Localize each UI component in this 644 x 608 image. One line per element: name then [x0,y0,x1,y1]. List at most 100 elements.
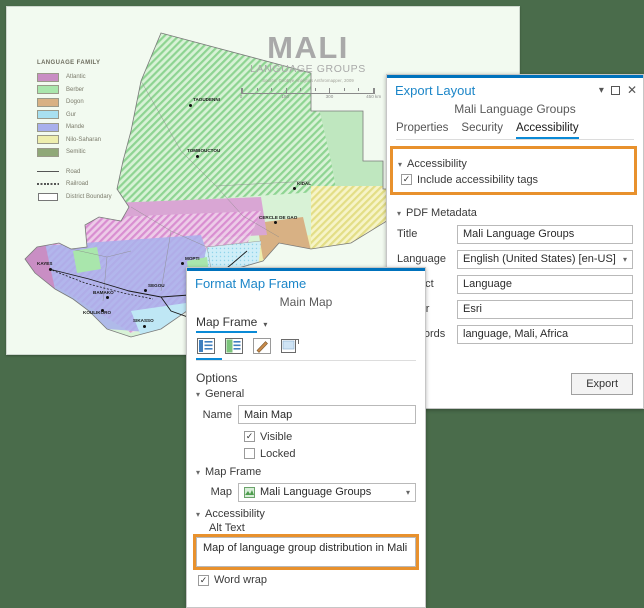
map-frame-selector-label[interactable]: Map Frame [196,315,258,333]
tab-security[interactable]: Security [461,122,503,139]
accessibility-section-label: Accessibility [205,507,265,520]
language-dropdown[interactable]: English (United States) [en-US] ▾ [457,249,633,269]
city-label: MOPTI [185,256,200,261]
general-section-header[interactable]: ▾ General [196,388,416,400]
language-field-label: Language [397,253,446,265]
symbology-brush-icon[interactable] [252,337,272,355]
checkbox-label: Visible [260,430,293,443]
accessibility-section-header[interactable]: ▾ Accessibility [196,508,416,520]
checkbox-box[interactable] [244,448,255,459]
word-wrap-checkbox[interactable]: ✓ Word wrap [198,574,267,586]
chevron-down-icon[interactable]: ▾ [196,390,205,399]
close-icon[interactable]: ✕ [627,83,637,97]
checkbox-label: Locked [260,447,296,460]
format-icon-tabs[interactable] [187,333,425,355]
subject-field[interactable]: Language [457,274,633,294]
format-map-frame-pane[interactable]: Format Map Frame Main Map Map Frame ▾ Op… [186,267,426,608]
tab-properties[interactable]: Properties [396,122,448,139]
window-controls[interactable]: ▾ ✕ [599,83,637,97]
legend-swatch [37,135,59,145]
name-field-label: Name [202,408,232,421]
legend-item: Berber [37,84,137,97]
map-scalebar: 0 150 300 450 km [240,88,381,102]
metadata-row-language: Language English (United States) [en-US]… [397,249,633,269]
author-field[interactable]: Esri [457,299,633,319]
metadata-row-author: Author Esri [397,299,633,319]
city-label: KIDAL [297,181,312,186]
map-dropdown[interactable]: Mali Language Groups ▾ [238,482,416,502]
solid-line-icon [37,171,59,173]
export-button[interactable]: Export [571,373,633,395]
city-label: CERCLE DE GAO [259,215,298,220]
legend-title: LANGUAGE FAMILY [37,60,101,66]
checkbox-box[interactable]: ✓ [244,431,255,442]
map-row: Map Mali Language Groups ▾ [196,482,416,502]
legend-label: Gur [66,111,77,118]
chevron-down-icon[interactable]: ▾ [599,85,604,96]
title-field[interactable]: Mali Language Groups [457,224,633,244]
legend-item: Atlantic [37,71,137,84]
checkbox-box[interactable]: ✓ [401,174,412,185]
chevron-down-icon[interactable]: ▾ [398,160,407,169]
map-frame-options-icon[interactable] [224,337,244,355]
checkbox-label: Word wrap [214,574,267,586]
city-dot [274,221,277,224]
include-accessibility-tags-checkbox[interactable]: ✓ Include accessibility tags [401,174,538,186]
legend-swatch [37,122,59,132]
legend-label: Railroad [66,181,89,188]
map-title-block: MALI LANGUAGE GROUPS Source: GeoEye Anal… [240,30,381,102]
legend-item: Road [37,166,137,179]
chevron-down-icon[interactable]: ▾ [263,320,267,329]
display-options-icon[interactable] [196,337,216,355]
pdf-metadata-section-label: PDF Metadata [406,206,477,219]
legend-item: Dogon [37,96,137,109]
city-dot [181,262,184,265]
visible-checkbox[interactable]: ✓ Visible [244,431,292,443]
scalebar-labels: 0 150 300 450 km [240,94,381,102]
legend-label: District Boundary [66,193,112,200]
export-pane-tabs[interactable]: Properties Security Accessibility [387,122,643,139]
city-dot [189,104,192,107]
alt-text-label: Alt Text [209,521,245,534]
city-label: KAYES [37,261,53,266]
scalebar-tick-label: 450 km [366,94,382,100]
keywords-field[interactable]: language, Mali, Africa [457,324,633,344]
pdf-metadata-section-header[interactable]: ▾ PDF Metadata [397,207,633,219]
format-options-body: Options ▾ General Name Main Map ✓ Visible… [187,361,425,586]
city-dot [196,155,199,158]
legend-item: Railroad [37,178,137,191]
city-label: SEGOU [148,283,165,288]
map-frame-section-header[interactable]: ▾ Map Frame [196,466,416,478]
alt-text-field[interactable]: Map of language group distribution in Ma… [193,533,419,570]
accessibility-section-header[interactable]: ▾ Accessibility [398,158,629,170]
page-options-icon[interactable] [280,337,300,355]
legend-label: Nilo-Saharan [66,136,102,143]
maximize-icon[interactable] [610,85,620,95]
legend-item: Semitic [37,146,137,159]
checkbox-box[interactable]: ✓ [198,574,209,586]
chevron-down-icon[interactable]: ▾ [623,255,627,264]
options-label: Options [196,371,238,385]
chevron-down-icon[interactable]: ▾ [196,468,205,477]
checkbox-label: Include accessibility tags [417,173,539,186]
city-dot [293,187,296,190]
legend-label: Dogon [66,99,84,106]
city-label: KOULIKORO [83,310,112,315]
legend-swatch [37,147,59,157]
name-field[interactable]: Main Map [238,405,416,424]
metadata-row-keywords: Keywords language, Mali, Africa [397,324,633,344]
accessibility-highlight-box: ▾ Accessibility ✓ Include accessibility t… [390,146,637,195]
legend-swatch [37,85,59,95]
page-title: MALI [267,30,349,65]
chevron-down-icon[interactable]: ▾ [196,510,205,519]
title-field-label: Title [397,228,418,240]
map-legend: LANGUAGE FAMILY Atlantic Berber Dogon Gu… [37,60,137,203]
city-dot [49,268,52,271]
chevron-down-icon[interactable]: ▾ [397,209,406,218]
chevron-down-icon[interactable]: ▾ [406,488,410,497]
legend-swatch [37,72,59,82]
tab-accessibility[interactable]: Accessibility [515,122,579,139]
map-dropdown-value: Mali Language Groups [260,486,372,498]
locked-checkbox[interactable]: Locked [244,448,295,460]
legend-line-list: Road Railroad District Boundary [37,166,137,204]
